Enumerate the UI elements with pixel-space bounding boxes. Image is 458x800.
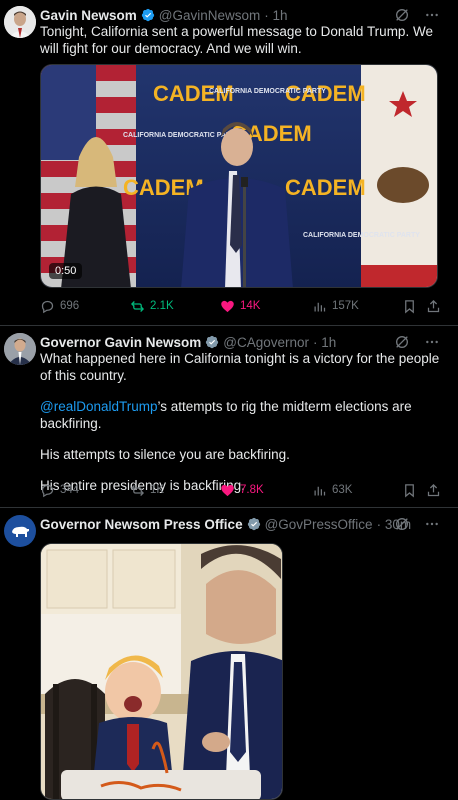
reply-icon (41, 484, 54, 497)
repost-icon (130, 484, 145, 496)
video-duration: 0:50 (49, 263, 83, 279)
more-icon[interactable] (424, 7, 440, 23)
cadem-sign: CADEM (285, 175, 366, 200)
timestamp[interactable]: · 1h (313, 335, 336, 350)
views-icon (314, 486, 326, 495)
bookmark-icon (405, 483, 414, 497)
tweet-header: Gavin Newsom @GavinNewsom · 1h (40, 6, 410, 24)
author-name[interactable]: Governor Newsom Press Office (40, 517, 243, 532)
like-count: 14K (240, 300, 261, 312)
action-bar: 344 1K 7.8K 63K (40, 480, 444, 500)
bookmark-button[interactable] (402, 296, 417, 316)
avatar[interactable] (4, 6, 36, 38)
grok-icon[interactable] (394, 7, 410, 23)
action-bar: 696 2.1K 14K 157K (40, 296, 444, 316)
grok-icon[interactable] (394, 516, 410, 532)
timestamp[interactable]: · 1h (264, 8, 287, 23)
repost-icon (130, 300, 145, 312)
author-name[interactable]: Gavin Newsom (40, 8, 137, 23)
tweet-paragraph: @realDonaldTrump’s attempts to rig the m… (40, 398, 444, 432)
bear-icon (12, 526, 29, 537)
repost-button[interactable]: 1K (130, 480, 164, 500)
like-count: 7.8K (240, 484, 264, 496)
views-icon (314, 302, 326, 311)
views-count: 63K (332, 484, 353, 496)
header-icons (394, 334, 440, 350)
verified-badge-icon (141, 8, 154, 22)
repost-count: 1K (150, 484, 165, 496)
tweet-header: Governor Newsom Press Office @GovPressOf… (40, 515, 411, 533)
reply-count: 344 (60, 484, 80, 496)
share-button[interactable] (426, 296, 441, 316)
tweet-image[interactable] (40, 543, 283, 800)
author-handle[interactable]: @GovPressOffice (265, 517, 373, 532)
bookmark-button[interactable] (402, 480, 417, 500)
image-content (41, 544, 282, 799)
like-button[interactable]: 7.8K (220, 480, 264, 500)
reply-count: 696 (60, 300, 80, 312)
views-button[interactable]: 157K (312, 296, 359, 316)
tweet-header: Governor Gavin Newsom @CAgovernor · 1h (40, 333, 410, 351)
reply-icon (41, 300, 54, 313)
tweet-paragraph: What happened here in California tonight… (40, 351, 440, 383)
like-button[interactable]: 14K (220, 296, 260, 316)
video-player[interactable]: CADEM CADEM CADEM CADEM CADEM CALIFORNIA… (40, 64, 438, 288)
header-icons (394, 7, 440, 23)
avatar[interactable] (4, 333, 36, 365)
share-icon (427, 483, 440, 496)
party-sign: CALIFORNIA DEMOCRATIC PARTY (303, 232, 420, 239)
party-sign: CALIFORNIA DEMOCRATIC PARTY (209, 88, 326, 95)
author-handle[interactable]: @CAgovernor (223, 335, 309, 350)
grok-icon[interactable] (394, 334, 410, 350)
gov-badge-icon (247, 517, 260, 531)
tweet-gavin-newsom[interactable]: Gavin Newsom @GavinNewsom · 1h Tonight, … (0, 0, 458, 326)
author-name[interactable]: Governor Gavin Newsom (40, 335, 201, 350)
bookmark-icon (405, 299, 414, 313)
views-button[interactable]: 63K (312, 480, 352, 500)
header-icons (394, 516, 440, 532)
tweet-paragraph: His attempts to silence you are backfiri… (40, 447, 290, 462)
reply-button[interactable]: 696 (40, 296, 79, 316)
more-icon[interactable] (424, 516, 440, 532)
share-button[interactable] (426, 480, 441, 500)
like-icon (221, 300, 234, 312)
video-thumbnail: CADEM CADEM CADEM CADEM CADEM CALIFORNIA… (41, 65, 437, 287)
reply-button[interactable]: 344 (40, 480, 79, 500)
repost-button[interactable]: 2.1K (130, 296, 174, 316)
like-icon (221, 484, 234, 496)
more-icon[interactable] (424, 334, 440, 350)
share-icon (427, 299, 440, 312)
tweet-text: Tonight, California sent a powerful mess… (40, 24, 433, 56)
repost-count: 2.1K (150, 300, 174, 312)
avatar[interactable] (4, 515, 36, 547)
views-count: 157K (332, 300, 359, 312)
author-handle[interactable]: @GavinNewsom (159, 8, 260, 23)
mention-link[interactable]: @realDonaldTrump (40, 399, 158, 414)
gov-badge-icon (206, 335, 219, 349)
